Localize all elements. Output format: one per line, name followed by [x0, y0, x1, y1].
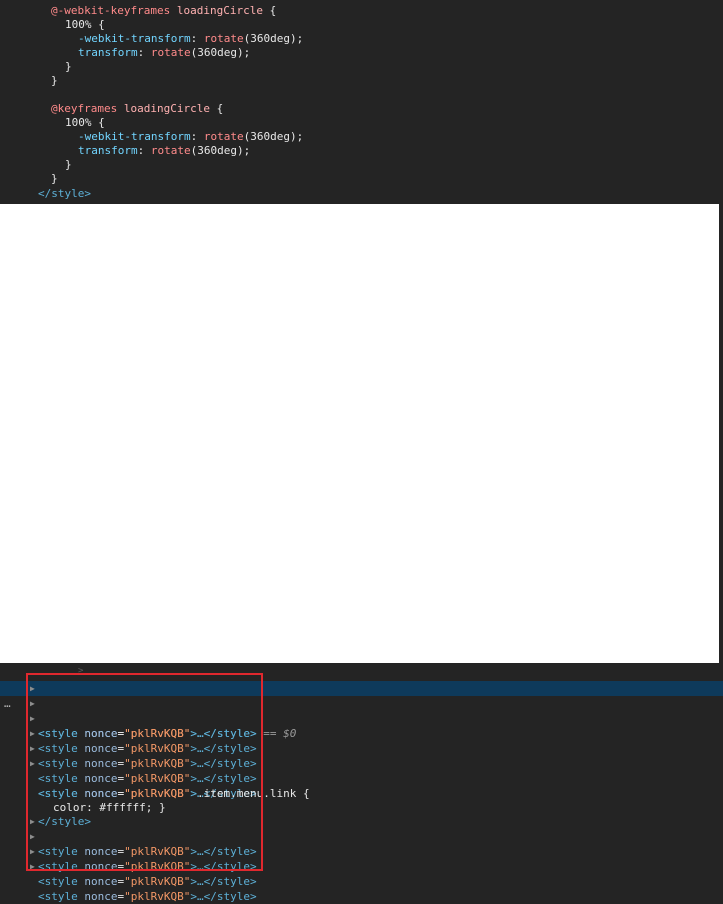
brace: }	[65, 60, 72, 73]
function-arg: (360deg);	[190, 46, 251, 59]
function-name: rotate	[203, 130, 244, 143]
keyframes-rule-line: @keyframes loadingCircle {	[51, 102, 223, 116]
property-name: -webkit-transform	[78, 130, 191, 143]
property-name: transform	[78, 46, 138, 59]
brace: }	[65, 158, 72, 171]
brace: {	[269, 4, 277, 17]
brace: }	[51, 74, 58, 87]
attr-eq: =	[117, 875, 125, 888]
attr-eq: =	[117, 890, 125, 903]
declaration-line: -webkit-transform: rotate(360deg);	[78, 130, 303, 144]
brace: {	[98, 116, 105, 129]
tag-open: <style	[38, 875, 78, 888]
brace-line: }	[51, 74, 58, 88]
keyframe-selector-line: 100% {	[65, 18, 105, 32]
function-arg: (360deg);	[190, 144, 251, 157]
attr-value: "pklRvKQB"	[124, 875, 191, 888]
tag-open: <style	[38, 890, 78, 903]
at-rule-keyword: @keyframes	[51, 102, 118, 115]
colon: :	[137, 144, 145, 157]
brace-line: }	[65, 158, 72, 172]
keyframes-name: loadingCircle	[123, 102, 210, 115]
declaration-line: -webkit-transform: rotate(360deg);	[78, 32, 303, 46]
at-rule-keyword: @-webkit-keyframes	[51, 4, 171, 17]
brace: {	[98, 18, 105, 31]
colon: :	[137, 46, 145, 59]
colon: :	[190, 130, 198, 143]
highlight-annotation-box	[26, 673, 263, 871]
attr-name: nonce	[84, 890, 118, 903]
collapsed-inner: >…	[190, 875, 204, 888]
function-name: rotate	[150, 46, 191, 59]
function-arg: (360deg);	[243, 130, 304, 143]
declaration-line: transform: rotate(360deg);	[78, 144, 250, 158]
attr-name: nonce	[84, 875, 118, 888]
keyframes-rule-line: @-webkit-keyframes loadingCircle {	[51, 4, 276, 18]
style-close-tag[interactable]: </style>	[38, 187, 91, 201]
blank-panel	[0, 204, 719, 663]
brace-line: }	[51, 172, 58, 186]
property-name: transform	[78, 144, 138, 157]
keyframes-name: loadingCircle	[176, 4, 263, 17]
keyframe-selector-line: 100% {	[65, 116, 105, 130]
function-name: rotate	[203, 32, 244, 45]
function-arg: (360deg);	[243, 32, 304, 45]
keyframe-pct: 100%	[65, 18, 92, 31]
brace-line: }	[65, 60, 72, 74]
attr-value: "pklRvKQB"	[124, 890, 191, 903]
collapsed-inner: >…	[190, 890, 204, 903]
property-name: -webkit-transform	[78, 32, 191, 45]
brace: }	[51, 172, 58, 185]
brace: {	[216, 102, 224, 115]
function-name: rotate	[150, 144, 191, 157]
tag-close: </style>	[203, 875, 257, 888]
colon: :	[190, 32, 198, 45]
declaration-line: transform: rotate(360deg);	[78, 46, 250, 60]
tag-close: </style>	[203, 890, 257, 903]
keyframe-pct: 100%	[65, 116, 92, 129]
